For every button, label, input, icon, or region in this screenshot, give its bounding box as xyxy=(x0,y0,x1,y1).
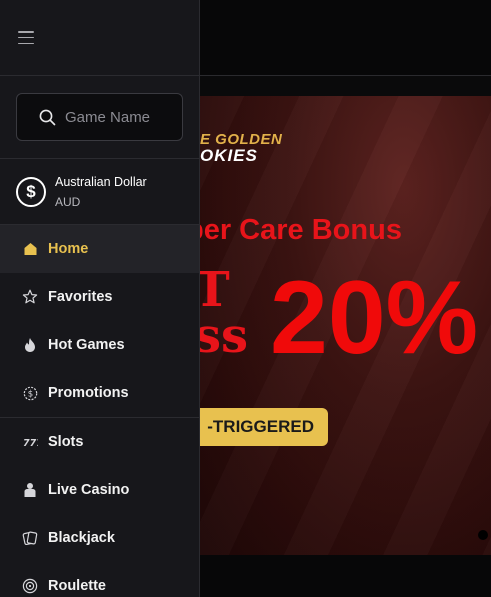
menu-item-live-casino[interactable]: Live Casino xyxy=(0,466,199,514)
search-box[interactable] xyxy=(16,93,183,141)
menu-item-label: Promotions xyxy=(48,385,129,401)
currency-selector[interactable]: $ Australian Dollar AUD xyxy=(0,159,199,225)
promo-banner[interactable]: E GOLDEN OKIES ber Care Bonus T ss 20% -… xyxy=(200,96,491,555)
menu-item-favorites[interactable]: Favorites xyxy=(0,273,199,321)
banner-big-left-line1: T xyxy=(200,262,230,318)
search-icon xyxy=(39,109,56,125)
menu-item-label: Live Casino xyxy=(48,482,130,498)
hamburger-menu-icon[interactable] xyxy=(18,31,34,44)
menu-item-label: Home xyxy=(48,241,89,257)
top-bar xyxy=(200,0,491,76)
banner-big-left: T ss xyxy=(200,262,249,364)
dollar-badge-icon: $ xyxy=(22,385,38,401)
menu-item-promotions[interactable]: $ Promotions xyxy=(0,369,199,417)
svg-text:777: 777 xyxy=(23,438,38,448)
svg-text:$: $ xyxy=(27,389,32,399)
search-section xyxy=(0,76,199,159)
sidebar: $ Australian Dollar AUD Home Favorites H… xyxy=(0,0,200,597)
slots-icon: 777 xyxy=(22,434,38,450)
menu-item-hot-games[interactable]: Hot Games xyxy=(0,321,199,369)
flame-icon xyxy=(22,337,38,353)
roulette-icon xyxy=(22,578,38,594)
menu-item-slots[interactable]: 777 Slots xyxy=(0,418,199,466)
sidebar-header xyxy=(0,0,199,76)
menu-item-roulette[interactable]: Roulette xyxy=(0,562,199,597)
star-icon xyxy=(22,289,38,305)
banner-logo-line1: E GOLDEN xyxy=(200,131,283,148)
games-menu: 777 Slots Live Casino Blackjack Roulette xyxy=(0,418,199,597)
banner-big-value: 20% xyxy=(270,260,479,376)
primary-menu: Home Favorites Hot Games $ Promotions xyxy=(0,225,199,417)
menu-item-label: Slots xyxy=(48,434,84,450)
bottom-bar xyxy=(200,555,491,597)
menu-item-label: Hot Games xyxy=(48,337,125,353)
banner-heading: ber Care Bonus xyxy=(200,214,402,246)
dollar-coin-icon: $ xyxy=(16,176,46,207)
live-casino-icon xyxy=(22,482,38,498)
carousel-dot[interactable] xyxy=(478,530,488,540)
menu-item-label: Favorites xyxy=(48,289,113,305)
banner-pill[interactable]: -TRIGGERED xyxy=(200,408,328,446)
currency-code: AUD xyxy=(55,194,81,209)
cards-icon xyxy=(22,530,38,546)
menu-item-label: Roulette xyxy=(48,578,106,594)
search-input[interactable] xyxy=(65,108,175,126)
banner-big-left-line2: ss xyxy=(200,307,249,364)
menu-item-blackjack[interactable]: Blackjack xyxy=(0,514,199,562)
menu-item-label: Blackjack xyxy=(48,530,115,546)
currency-name: Australian Dollar xyxy=(55,174,147,189)
banner-logo-line2: OKIES xyxy=(200,146,258,165)
menu-item-home[interactable]: Home xyxy=(0,225,199,273)
banner-logo: E GOLDEN OKIES xyxy=(200,132,282,164)
home-icon xyxy=(22,241,38,257)
